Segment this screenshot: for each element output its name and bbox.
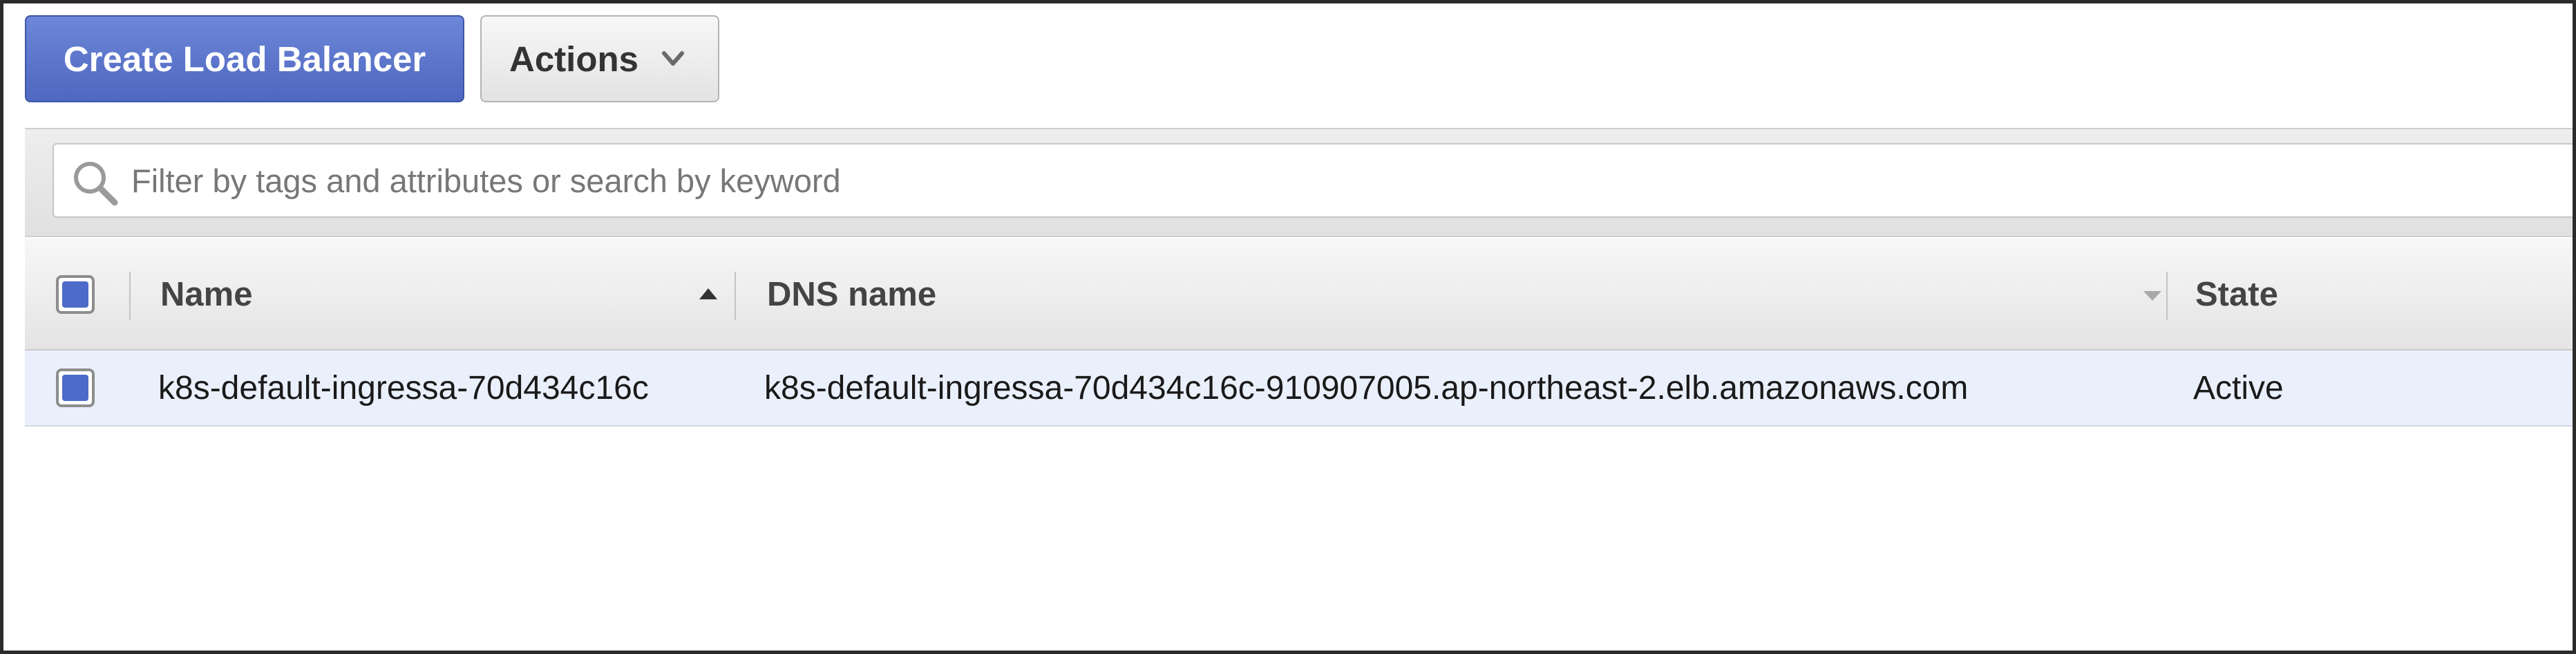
select-all-checkbox-fill	[62, 281, 88, 308]
row-checkbox[interactable]	[56, 368, 95, 407]
create-load-balancer-button[interactable]: Create Load Balancer	[25, 15, 464, 102]
actions-dropdown-button[interactable]: Actions	[480, 15, 719, 102]
load-balancer-panel: Create Load Balancer Actions Name	[0, 0, 2576, 654]
table-header: Name DNS name State	[25, 239, 2573, 351]
select-all-checkbox[interactable]	[56, 275, 95, 314]
sort-indicator-icon[interactable]	[2142, 290, 2163, 302]
cell-state: Active	[2193, 369, 2284, 407]
column-header-state[interactable]: State	[2195, 239, 2278, 351]
cell-name: k8s-default-ingressa-70d434c16c	[158, 369, 649, 407]
actions-label: Actions	[509, 39, 639, 79]
cell-dns-name: k8s-default-ingressa-70d434c16c-91090700…	[764, 369, 1969, 407]
column-header-state-label: State	[2195, 276, 2278, 313]
search-box[interactable]	[53, 143, 2573, 218]
column-separator[interactable]	[735, 272, 736, 320]
table-row[interactable]: k8s-default-ingressa-70d434c16c k8s-defa…	[25, 351, 2573, 427]
column-separator[interactable]	[129, 272, 131, 320]
sort-ascending-icon[interactable]	[698, 287, 719, 301]
column-header-dns-name[interactable]: DNS name	[767, 239, 936, 351]
column-header-dns-name-label: DNS name	[767, 276, 937, 313]
filter-bar	[25, 128, 2573, 237]
column-separator[interactable]	[2166, 272, 2168, 320]
chevron-down-icon	[662, 51, 685, 66]
row-checkbox-fill	[62, 375, 88, 401]
column-header-name[interactable]: Name	[160, 239, 252, 351]
column-header-name-label: Name	[160, 276, 253, 313]
search-input[interactable]	[131, 151, 2573, 209]
search-icon	[74, 162, 118, 206]
create-load-balancer-label: Create Load Balancer	[63, 39, 426, 79]
